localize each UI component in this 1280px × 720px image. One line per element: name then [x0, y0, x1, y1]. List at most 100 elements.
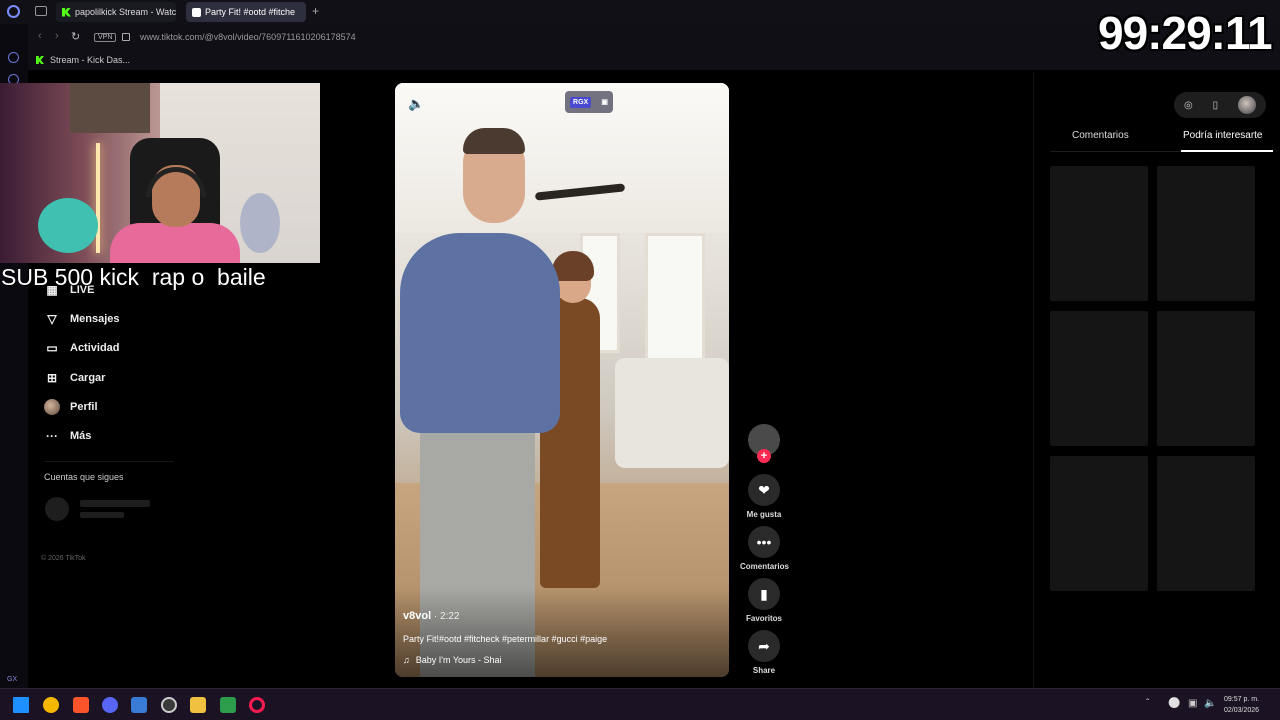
- windows-taskbar: ˆ ⚪ ▣ 🔈 09:57 p. m. 02/03/2026: [0, 688, 1280, 720]
- file-explorer-icon[interactable]: [190, 697, 206, 713]
- store-icon[interactable]: [131, 697, 147, 713]
- tab-kick-stream[interactable]: papolilkick Stream - Watc: [56, 2, 176, 22]
- webcam-overlay: [0, 83, 320, 263]
- device-icon[interactable]: ▯: [1213, 100, 1219, 111]
- sidebar-item-messages[interactable]: ▽ Mensajes: [44, 311, 120, 327]
- windows-start-icon[interactable]: [13, 697, 29, 713]
- follow-plus-icon[interactable]: +: [757, 449, 771, 463]
- video-person-man: [400, 233, 560, 433]
- sidebar-item-profile[interactable]: Perfil: [44, 399, 98, 415]
- video-music[interactable]: ♫ Baby I'm Yours - Shai: [403, 655, 502, 665]
- address-bar: ‹ › ↻ VPN www.tiktok.com/@v8vol/video/76…: [0, 24, 1280, 52]
- lock-icon[interactable]: [122, 33, 130, 41]
- bookmark-kick-dashboard[interactable]: Stream - Kick Das...: [36, 55, 130, 65]
- clock-time: 09:57 p. m.: [1224, 696, 1260, 703]
- copyright-text: © 2026 TikTok: [41, 555, 86, 562]
- clock-date: 02/03/2026: [1224, 707, 1260, 714]
- tab-recommended[interactable]: Podría interesarte: [1183, 130, 1263, 141]
- video-author[interactable]: v8vol · 2:22: [403, 610, 460, 622]
- sidebar-item-more[interactable]: ··· Más: [44, 428, 91, 444]
- video-person-man-hair: [463, 128, 525, 154]
- video-person-woman-hair: [552, 251, 594, 281]
- favorites-button[interactable]: ▮ Favoritos: [740, 578, 788, 623]
- music-title: Baby I'm Yours - Shai: [415, 655, 502, 665]
- following-skeleton-line: [80, 500, 150, 507]
- video-scene-ceiling: [395, 83, 729, 233]
- new-tab-button[interactable]: +: [312, 4, 319, 18]
- video-player[interactable]: 🔈 RGX ▣ ··· v8vol · 2:22 Party Fit!#ootd…: [395, 83, 729, 677]
- account-avatar[interactable]: [1238, 96, 1257, 114]
- back-icon[interactable]: ‹: [38, 30, 42, 42]
- obs-icon[interactable]: [161, 697, 177, 713]
- right-panel-tabs: Comentarios Podría interesarte: [1050, 130, 1273, 152]
- heart-icon: ❤: [748, 474, 780, 506]
- comment-icon: •••: [748, 526, 780, 558]
- recommended-video-placeholder[interactable]: [1157, 311, 1255, 446]
- recommended-video-placeholder[interactable]: [1050, 456, 1148, 591]
- video-scene-sofa: [615, 358, 729, 468]
- active-tab-indicator: [1181, 150, 1273, 152]
- url-field[interactable]: www.tiktok.com/@v8vol/video/760971161020…: [140, 32, 356, 42]
- author-name: v8vol: [403, 610, 432, 622]
- opera-logo-icon[interactable]: [7, 5, 20, 18]
- tiktok-icon: [192, 7, 201, 17]
- sidebar-item-label: Mensajes: [70, 313, 120, 325]
- recommended-video-placeholder[interactable]: [1050, 311, 1148, 446]
- following-skeleton-line: [80, 512, 124, 518]
- video-duration: · 2:22: [431, 611, 460, 622]
- forward-icon[interactable]: ›: [55, 30, 59, 42]
- video-caption[interactable]: Party Fit!#ootd #fitcheck #petermillar #…: [403, 634, 607, 644]
- rgx-label: RGX: [570, 96, 592, 108]
- network-icon[interactable]: ▣: [1188, 698, 1197, 709]
- bookmark-icon: ▮: [748, 578, 780, 610]
- recommended-video-placeholder[interactable]: [1050, 166, 1148, 301]
- comments-button[interactable]: ••• Comentarios: [740, 526, 789, 571]
- sidebar-item-upload[interactable]: ⊞ Cargar: [44, 370, 106, 386]
- share-label: Share: [752, 666, 776, 675]
- recommended-video-placeholder[interactable]: [1157, 456, 1255, 591]
- tab-label: papolilkick Stream - Watc: [75, 7, 176, 17]
- rgx-toggle[interactable]: RGX ▣: [565, 91, 613, 113]
- vpn-badge[interactable]: VPN: [94, 33, 117, 42]
- system-clock[interactable]: 09:57 p. m. 02/03/2026: [1224, 694, 1259, 716]
- sidebar-item-label: Cargar: [70, 372, 106, 384]
- opera-gx-icon[interactable]: [249, 697, 265, 713]
- video-more-icon[interactable]: ···: [700, 97, 710, 108]
- compass-icon[interactable]: ◎: [1184, 100, 1193, 111]
- sidebar-item-label: Perfil: [70, 401, 98, 413]
- gx-icon[interactable]: GX: [7, 676, 17, 683]
- comments-label: Comentarios: [740, 562, 789, 571]
- share-button[interactable]: ➦ Share: [740, 630, 788, 675]
- tab-tiktok-video[interactable]: Party Fit! #ootd #fitche: [186, 2, 306, 22]
- sidebar-ai-icon[interactable]: [8, 52, 19, 63]
- like-label: Me gusta: [746, 510, 782, 519]
- tab-overview-icon[interactable]: [35, 6, 47, 16]
- brave-icon[interactable]: [73, 697, 89, 713]
- messages-icon: ▽: [47, 312, 57, 326]
- tab-comments[interactable]: Comentarios: [1072, 130, 1129, 141]
- coin-app-icon[interactable]: [43, 697, 59, 713]
- top-tools: ◎ ▯: [1174, 92, 1266, 118]
- upload-icon: ⊞: [46, 371, 58, 385]
- xbox-icon[interactable]: [220, 697, 236, 713]
- speaker-icon[interactable]: 🔈: [1204, 698, 1216, 709]
- sidebar-item-label: Actividad: [70, 342, 120, 354]
- volume-icon[interactable]: 🔈: [408, 96, 424, 112]
- microphone-icon[interactable]: ⚪: [1168, 698, 1180, 709]
- kick-icon: [36, 56, 44, 64]
- divider: [44, 461, 174, 462]
- like-button[interactable]: ❤ Me gusta: [740, 474, 788, 519]
- sidebar-item-activity[interactable]: ▭ Actividad: [44, 340, 120, 356]
- more-icon: ···: [46, 429, 58, 443]
- reload-icon[interactable]: ↻: [71, 30, 80, 43]
- streamer-shirt: [110, 223, 240, 263]
- pip-icon: ▣: [601, 99, 608, 106]
- recommended-video-placeholder[interactable]: [1157, 166, 1255, 301]
- right-panel: ◎ ▯ Comentarios Podría interesarte: [1033, 72, 1280, 688]
- discord-icon[interactable]: [102, 697, 118, 713]
- profile-avatar: [44, 399, 60, 415]
- favorites-label: Favoritos: [745, 614, 782, 623]
- following-accounts-title: Cuentas que sigues: [44, 472, 124, 482]
- bookmark-label: Stream - Kick Das...: [50, 55, 131, 65]
- tray-chevron-icon[interactable]: ˆ: [1146, 698, 1149, 709]
